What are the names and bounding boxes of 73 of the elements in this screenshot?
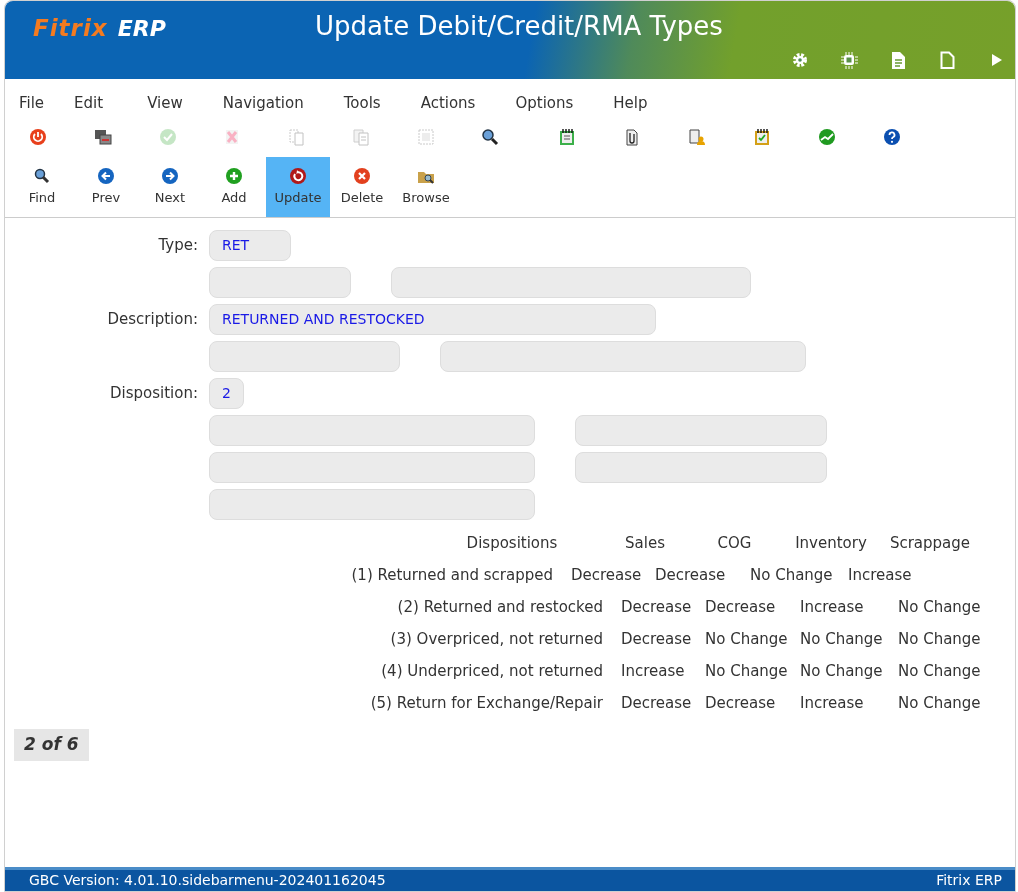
- column-header: Inventory: [795, 533, 867, 552]
- disposition-name: (1) Returned and scrapped: [351, 565, 553, 584]
- version-text: GBC Version: 4.01.10.sidebarmenu-202401162045: [29, 871, 386, 890]
- input-field[interactable]: [209, 415, 535, 446]
- update-button[interactable]: Update: [266, 157, 330, 217]
- field-label: Description:: [107, 310, 198, 329]
- input-field[interactable]: [391, 267, 751, 298]
- input-field[interactable]: RET: [209, 230, 291, 261]
- disposition-name: (2) Returned and restocked: [397, 597, 603, 616]
- disposition-name: (3) Overpriced, not returned: [390, 629, 603, 648]
- table-cell: No Change: [750, 565, 833, 584]
- menu-item[interactable]: Actions: [420, 89, 476, 117]
- add-button[interactable]: Add: [202, 157, 266, 217]
- input-field[interactable]: [209, 341, 400, 372]
- menu-item[interactable]: Help: [613, 89, 648, 117]
- input-field[interactable]: [209, 452, 535, 483]
- search-icon: [33, 166, 51, 185]
- table-cell: Decrease: [571, 565, 642, 584]
- column-header: COG: [717, 533, 752, 552]
- table-cell: Decrease: [655, 565, 726, 584]
- input-field[interactable]: [575, 452, 827, 483]
- menu-item[interactable]: Edit: [74, 89, 104, 117]
- table-cell: No Change: [705, 629, 788, 648]
- input-field[interactable]: [209, 267, 351, 298]
- prev-button[interactable]: Prev: [74, 157, 138, 217]
- table-cell: Increase: [800, 693, 864, 712]
- column-header: Sales: [625, 533, 665, 552]
- table-cell: Decrease: [621, 597, 692, 616]
- table-cell: No Change: [898, 693, 981, 712]
- menu-item[interactable]: Tools: [343, 89, 381, 117]
- input-field[interactable]: [440, 341, 806, 372]
- input-field[interactable]: 2: [209, 378, 244, 409]
- table-cell: No Change: [898, 597, 981, 616]
- chip-icon[interactable]: [840, 51, 858, 69]
- column-header: Dispositions: [466, 533, 558, 552]
- logo: Fitrix ERP: [33, 14, 166, 43]
- disposition-name: (5) Return for Exchange/Repair: [370, 693, 603, 712]
- document-icon[interactable]: [889, 51, 907, 69]
- table-cell: Decrease: [621, 693, 692, 712]
- disposition-name: (4) Underpriced, not returned: [381, 661, 603, 680]
- find-button[interactable]: Find: [10, 157, 74, 217]
- plus-icon: [225, 166, 243, 185]
- menu-item[interactable]: File: [19, 89, 45, 117]
- browse-button[interactable]: Browse: [394, 157, 458, 217]
- table-cell: No Change: [898, 661, 981, 680]
- delete-button[interactable]: Delete: [330, 157, 394, 217]
- table-cell: Increase: [848, 565, 912, 584]
- settings-icon[interactable]: [791, 51, 809, 69]
- input-field[interactable]: RETURNED AND RESTOCKED: [209, 304, 656, 335]
- table-cell: No Change: [898, 629, 981, 648]
- table-cell: Decrease: [705, 693, 776, 712]
- table-cell: Increase: [621, 661, 685, 680]
- table-cell: Decrease: [621, 629, 692, 648]
- column-header: Scrappage: [889, 533, 971, 552]
- record-counter: 2 of 6: [14, 729, 89, 761]
- menu-item[interactable]: Options: [515, 89, 574, 117]
- close-icon: [353, 166, 371, 185]
- page-icon[interactable]: [938, 51, 956, 69]
- field-label: Type:: [158, 236, 198, 255]
- menu-item[interactable]: View: [147, 89, 183, 117]
- input-field[interactable]: [209, 489, 535, 520]
- app-name: Fitrix ERP: [936, 871, 1002, 890]
- table-cell: No Change: [800, 629, 883, 648]
- table-cell: No Change: [705, 661, 788, 680]
- input-field[interactable]: [575, 415, 827, 446]
- refresh-icon: [289, 166, 307, 185]
- next-button[interactable]: Next: [138, 157, 202, 217]
- table-cell: Decrease: [705, 597, 776, 616]
- table-cell: Increase: [800, 597, 864, 616]
- table-cell: No Change: [800, 661, 883, 680]
- menu-item[interactable]: Navigation: [222, 89, 304, 117]
- field-label: Disposition:: [110, 384, 198, 403]
- window-title: Update Debit/Credit/RMA Types: [315, 10, 723, 43]
